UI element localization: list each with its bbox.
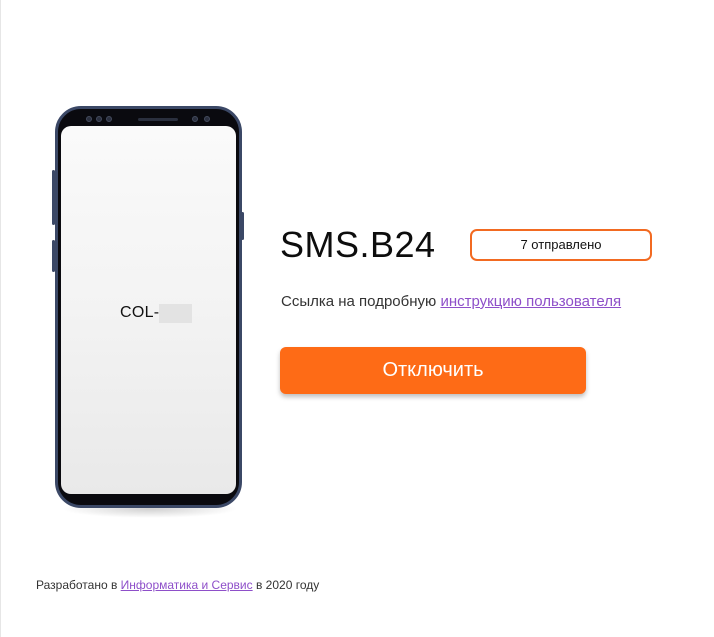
camera-icon xyxy=(86,116,92,122)
phone-screen: COL- xyxy=(61,126,236,494)
disable-button[interactable]: Отключить xyxy=(280,347,586,394)
instruction-line: Ссылка на подробную инструкцию пользоват… xyxy=(281,292,621,312)
developer-link[interactable]: Информатика и Сервис xyxy=(121,578,253,592)
sender-id-text: COL- xyxy=(120,304,160,321)
page-left-border xyxy=(0,0,1,637)
camera-icon xyxy=(96,116,102,122)
app-title: SMS.B24 xyxy=(280,224,436,265)
redacted-block xyxy=(159,304,193,323)
camera-icon xyxy=(106,116,112,122)
footer: Разработано в Информатика и Сервис в 202… xyxy=(36,577,319,593)
footer-suffix: в 2020 году xyxy=(252,578,320,592)
footer-prefix: Разработано в xyxy=(36,578,121,592)
phone-top-bar xyxy=(72,114,225,124)
camera-icon xyxy=(204,116,210,122)
phone-illustration: COL- xyxy=(55,106,242,508)
camera-icon xyxy=(192,116,198,122)
sender-id: COL- xyxy=(120,304,193,323)
instruction-prefix: Ссылка на подробную xyxy=(281,293,441,310)
user-guide-link[interactable]: инструкцию пользователя xyxy=(440,293,621,310)
speaker-icon xyxy=(138,118,178,121)
sent-count-badge: 7 отправлено xyxy=(470,229,652,261)
